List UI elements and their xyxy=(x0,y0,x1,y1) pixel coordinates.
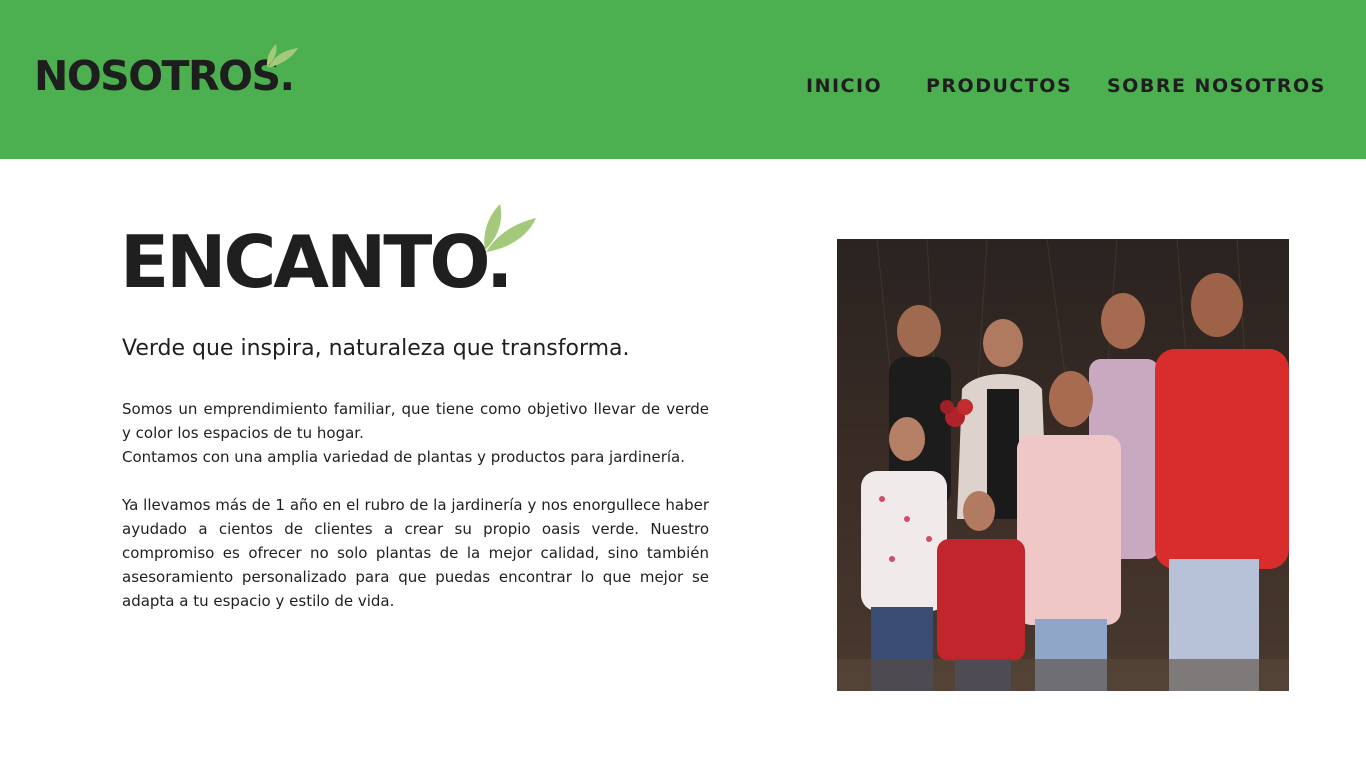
page-subtitle: Verde que inspira, naturaleza que transf… xyxy=(122,336,630,361)
about-paragraph: Somos un emprendimiento familiar, que ti… xyxy=(122,400,709,442)
site-logo[interactable]: NOSOTROS. xyxy=(34,56,295,97)
family-photo xyxy=(837,239,1289,691)
nav-link-productos[interactable]: PRODUCTOS xyxy=(926,75,1072,97)
nav-link-inicio[interactable]: INICIO xyxy=(806,75,882,97)
leaf-icon xyxy=(266,44,298,68)
about-text: Somos un emprendimiento familiar, que ti… xyxy=(122,397,709,613)
family-photo-image xyxy=(837,239,1289,691)
nav-link-sobre-nosotros[interactable]: SOBRE NOSOTROS xyxy=(1107,75,1326,97)
about-paragraph: Contamos con una amplia variedad de plan… xyxy=(122,448,686,466)
leaf-icon xyxy=(484,204,536,252)
about-paragraph: Ya llevamos más de 1 año en el rubro de … xyxy=(122,496,709,610)
site-header: NOSOTROS. INICIO PRODUCTOS SOBRE NOSOTRO… xyxy=(0,0,1366,159)
page-title: ENCANTO. xyxy=(120,220,513,304)
